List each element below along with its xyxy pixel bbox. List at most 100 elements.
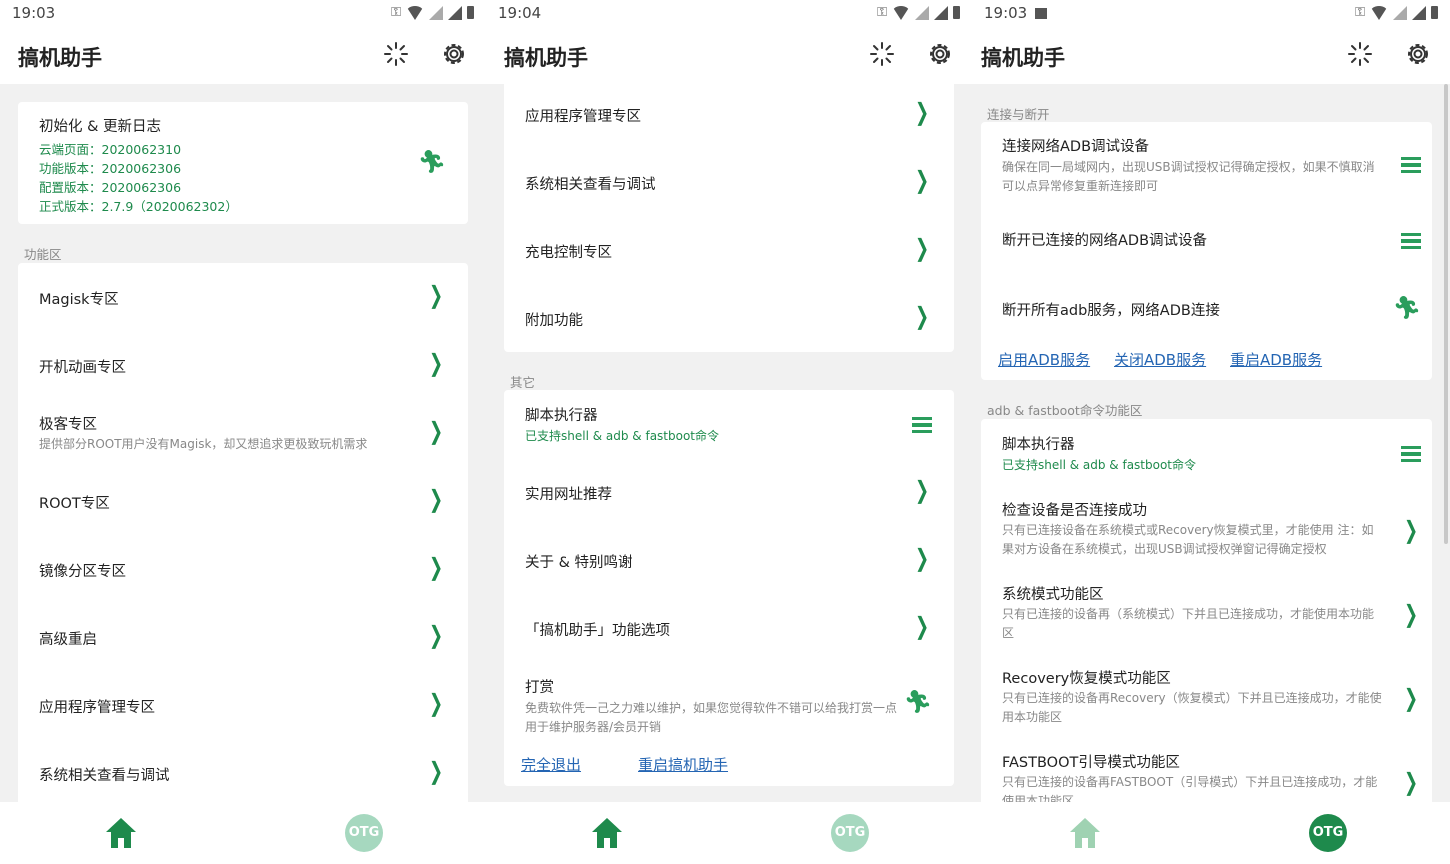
signal-icon <box>1412 5 1426 20</box>
signal-icon <box>915 5 929 20</box>
chevron-right-icon: ❯ <box>428 349 443 377</box>
battery-icon <box>467 6 474 19</box>
otg-button[interactable]: OTG <box>345 814 383 852</box>
list-item[interactable]: 「搞机助手」功能选项 ❯ <box>504 594 954 662</box>
app-bar: 搞机助手 <box>486 26 972 84</box>
status-time: 19:03 <box>984 4 1048 22</box>
screen-home-scrolled: 19:04 ⚿ 搞机助手 应用程序管理专区 ❯ 系统相关查看与调试 ❯ 充电控制… <box>486 0 972 864</box>
app-title: 搞机助手 <box>18 46 102 70</box>
bottom-nav: OTG <box>486 802 972 864</box>
list-item[interactable]: 应用程序管理专区 ❯ <box>18 671 468 739</box>
otg-button[interactable]: OTG <box>831 814 869 852</box>
restart-app-link[interactable]: 重启搞机助手 <box>638 754 728 775</box>
scrollbar[interactable] <box>1444 84 1448 544</box>
list-item[interactable]: 镜像分区专区 ❯ <box>18 535 468 603</box>
wifi-icon <box>406 5 424 20</box>
list-item[interactable]: 高级重启 ❯ <box>18 603 468 671</box>
bottom-nav: OTG <box>972 802 1450 864</box>
features-card: Magisk专区 ❯ 开机动画专区 ❯ 极客专区 提供部分ROOT用户没有Mag… <box>18 263 468 802</box>
loading-spinner-icon[interactable] <box>1346 40 1374 68</box>
connect-card: 连接网络ADB调试设备 确保在同一局域网内，出现USB调试授权记得确定授权，如果… <box>981 122 1432 380</box>
image-notification-icon <box>1035 8 1048 19</box>
otg-button[interactable]: OTG <box>1309 814 1347 852</box>
chevron-right-icon: ❯ <box>428 553 443 581</box>
menu-icon <box>912 417 932 433</box>
signal-icon <box>448 5 462 20</box>
loading-spinner-icon[interactable] <box>868 40 896 68</box>
donate-item[interactable]: 打赏 免费软件凭一己之力难以维护，如果您觉得软件不错可以给我打赏一点用于维护服务… <box>504 662 954 742</box>
section-label-features: 功能区 <box>24 247 62 262</box>
check-device-item[interactable]: 检查设备是否连接成功 只有已连接设备在系统模式或Recovery恢复模式里，才能… <box>981 491 1432 575</box>
loading-spinner-icon[interactable] <box>382 40 410 68</box>
commands-card: 脚本执行器 已支持shell & adb & fastboot命令 检查设备是否… <box>981 419 1432 802</box>
connect-adb-item[interactable]: 连接网络ADB调试设备 确保在同一局域网内，出现USB调试授权记得确定授权，如果… <box>981 122 1432 208</box>
chevron-right-icon: ❯ <box>428 417 443 445</box>
app-title: 搞机助手 <box>504 46 588 70</box>
home-icon[interactable] <box>589 815 625 851</box>
home-icon[interactable] <box>103 815 139 851</box>
disconnect-all-item[interactable]: 断开所有adb服务，网络ADB连接 🏃︎ <box>981 276 1432 344</box>
run-icon[interactable]: 🏃︎ <box>418 150 446 175</box>
chevron-right-icon: ❯ <box>1403 600 1418 628</box>
list-item[interactable]: 开机动画专区 ❯ <box>18 331 468 399</box>
signal-icon <box>429 5 443 20</box>
list-item[interactable]: 应用程序管理专区 ❯ <box>504 84 954 148</box>
disconnect-adb-item[interactable]: 断开已连接的网络ADB调试设备 <box>981 208 1432 276</box>
recovery-mode-item[interactable]: Recovery恢复模式功能区 只有已连接的设备再Recovery（恢复模式）下… <box>981 659 1432 743</box>
list-item[interactable]: Magisk专区 ❯ <box>18 263 468 331</box>
list-item[interactable]: 关于 & 特别鸣谢 ❯ <box>504 526 954 594</box>
init-card[interactable]: 初始化 & 更新日志 云端页面：2020062310 功能版本：20200623… <box>18 102 468 224</box>
home-icon[interactable] <box>1067 815 1103 851</box>
chevron-right-icon: ❯ <box>428 281 443 309</box>
menu-icon <box>1401 157 1421 173</box>
disable-adb-link[interactable]: 关闭ADB服务 <box>1114 349 1206 370</box>
battery-icon <box>1431 6 1438 19</box>
list-item[interactable]: ROOT专区 ❯ <box>18 467 468 535</box>
list-item[interactable]: 实用网址推荐 ❯ <box>504 458 954 526</box>
gear-icon[interactable] <box>440 40 468 68</box>
chevron-right-icon: ❯ <box>428 621 443 649</box>
chevron-right-icon: ❯ <box>914 476 929 504</box>
list-item[interactable]: 系统相关查看与调试 ❯ <box>504 148 954 216</box>
chevron-right-icon: ❯ <box>428 689 443 717</box>
script-runner-item[interactable]: 脚本执行器 已支持shell & adb & fastboot命令 <box>981 419 1432 487</box>
signal-icon <box>934 5 948 20</box>
chevron-right-icon: ❯ <box>1403 768 1418 796</box>
chevron-right-icon: ❯ <box>914 166 929 194</box>
app-bar: 搞机助手 <box>0 26 486 84</box>
fastboot-mode-item[interactable]: FASTBOOT引导模式功能区 只有已连接的设备再FASTBOOT（引导模式）下… <box>981 743 1432 802</box>
exit-link[interactable]: 完全退出 <box>521 754 581 775</box>
status-time: 19:04 <box>498 4 542 22</box>
list-item[interactable]: 充电控制专区 ❯ <box>504 216 954 284</box>
status-time: 19:03 <box>12 4 56 22</box>
list-item[interactable]: 附加功能 ❯ <box>504 284 954 352</box>
app-bar: 搞机助手 <box>972 26 1450 84</box>
chevron-right-icon: ❯ <box>1403 684 1418 712</box>
list-item[interactable]: 极客专区 提供部分ROOT用户没有Magisk，却又想追求更极致玩机需求 ❯ <box>18 399 468 467</box>
bottom-nav: OTG <box>0 802 486 864</box>
restart-adb-link[interactable]: 重启ADB服务 <box>1230 349 1322 370</box>
status-bar: 19:03 ⚿ <box>972 0 1450 26</box>
chevron-right-icon: ❯ <box>1403 516 1418 544</box>
feature-version: 功能版本：2020062306 <box>39 161 182 176</box>
wifi-icon <box>892 5 910 20</box>
gear-icon[interactable] <box>1404 40 1432 68</box>
menu-icon <box>1401 233 1421 249</box>
chevron-right-icon: ❯ <box>914 612 929 640</box>
status-bar: 19:03 ⚿ <box>0 0 486 26</box>
section-label-connect: 连接与断开 <box>987 107 1050 122</box>
gear-icon[interactable] <box>926 40 954 68</box>
chevron-right-icon: ❯ <box>914 302 929 330</box>
script-runner-item[interactable]: 脚本执行器 已支持shell & adb & fastboot命令 <box>504 390 954 458</box>
chevron-right-icon: ❯ <box>428 757 443 785</box>
section-label-other: 其它 <box>510 375 536 390</box>
chevron-right-icon: ❯ <box>914 98 929 126</box>
enable-adb-link[interactable]: 启用ADB服务 <box>998 349 1090 370</box>
chevron-right-icon: ❯ <box>914 544 929 572</box>
wifi-icon <box>1370 5 1388 20</box>
config-version: 配置版本：2020062306 <box>39 180 182 195</box>
list-item[interactable]: 系统相关查看与调试 ❯ <box>18 739 468 802</box>
system-mode-item[interactable]: 系统模式功能区 只有已连接的设备再（系统模式）下并且已连接成功，才能使用本功能区… <box>981 575 1432 659</box>
signal-icon <box>1393 5 1407 20</box>
section-label-commands: adb & fastboot命令功能区 <box>987 403 1143 418</box>
